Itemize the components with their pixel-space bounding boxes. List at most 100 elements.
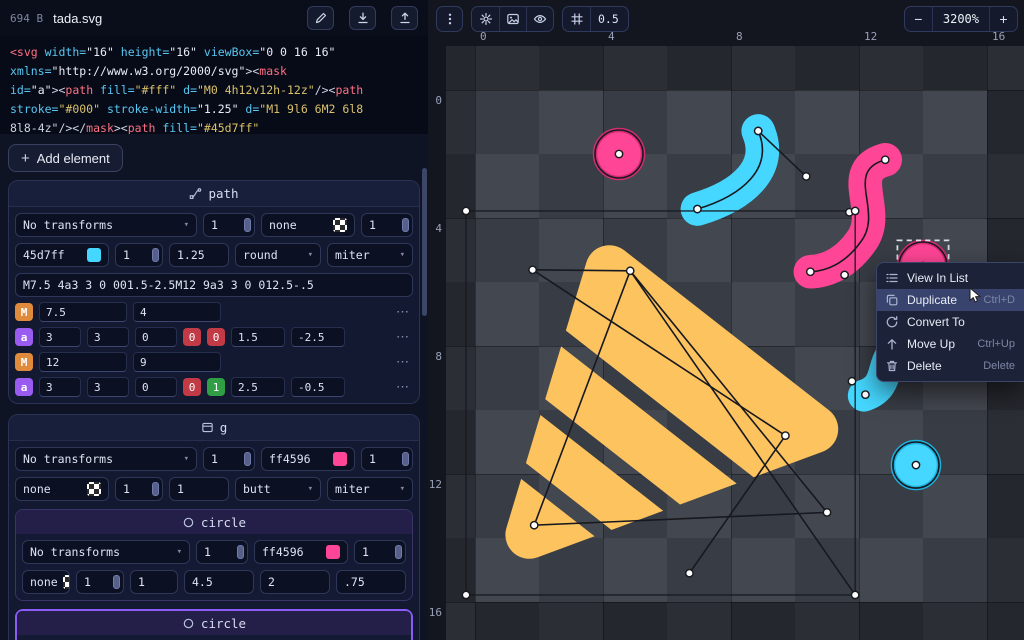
command-more-button[interactable]: ⋯ (392, 329, 413, 345)
g-opacity-input[interactable]: 1 (203, 447, 255, 471)
slider-handle[interactable] (402, 218, 409, 232)
command-arg-input[interactable]: -2.5 (291, 327, 345, 347)
menu-item-view-in-list[interactable]: View In List (877, 267, 1024, 289)
command-type-badge[interactable]: M (15, 353, 33, 371)
circle1-transform-select[interactable]: No transforms▾ (22, 540, 190, 564)
slider-handle[interactable] (237, 545, 244, 559)
circle1-stroke-input[interactable]: none (22, 570, 70, 594)
path-panel-header[interactable]: path (9, 181, 419, 207)
circle1-stroke-opacity-input[interactable]: 1 (76, 570, 124, 594)
add-element-button[interactable]: + Add element (8, 144, 123, 172)
stroke-swatch[interactable] (63, 575, 70, 589)
command-more-button[interactable]: ⋯ (392, 304, 413, 320)
g-panel-header[interactable]: g (9, 415, 419, 441)
menu-item-convert-to[interactable]: Convert To (877, 311, 1024, 333)
path-d-input[interactable]: M7.5 4a3 3 0 001.5-2.5M12 9a3 3 0 012.5-… (15, 273, 413, 297)
preview-button[interactable] (526, 7, 553, 31)
circle1-cx-input[interactable]: 4.5 (184, 570, 254, 594)
slider-handle[interactable] (402, 452, 409, 466)
slider-handle[interactable] (152, 248, 159, 262)
g-linecap-select[interactable]: butt▾ (235, 477, 321, 501)
g-fill-input[interactable]: ff4596 (261, 447, 355, 471)
circle-panel-1-header[interactable]: circle (16, 510, 412, 534)
fill-swatch[interactable] (333, 218, 347, 232)
zoom-out-button[interactable]: − (905, 7, 932, 31)
command-arg-input[interactable]: 3 (39, 377, 81, 397)
path-stroke-color-input[interactable]: 45d7ff (15, 243, 109, 267)
zoom-in-button[interactable]: + (990, 7, 1017, 31)
command-type-badge[interactable]: M (15, 303, 33, 321)
arc-flag-toggle[interactable]: 0 (183, 328, 201, 346)
path-stroke-width-input[interactable]: 1.25 (169, 243, 229, 267)
path-stroke-opacity-input[interactable]: 1 (115, 243, 163, 267)
command-arg-input[interactable]: 1.5 (231, 327, 285, 347)
download-button[interactable] (349, 6, 376, 30)
chevron-down-icon: ▾ (184, 220, 189, 230)
command-arg-input[interactable]: -0.5 (291, 377, 345, 397)
menu-item-delete[interactable]: DeleteDelete (877, 355, 1024, 377)
path-opacity-input[interactable]: 1 (203, 213, 255, 237)
circle-panel-2-header[interactable]: circle (17, 611, 411, 635)
circle1-stroke-width-input[interactable]: 1 (130, 570, 178, 594)
stroke-swatch[interactable] (87, 248, 101, 262)
edit-code-button[interactable] (307, 6, 334, 30)
arc-flag-toggle[interactable]: 0 (183, 378, 201, 396)
g-fill-opacity-input[interactable]: 1 (361, 447, 413, 471)
settings-button[interactable] (472, 7, 499, 31)
arc-flag-toggle[interactable]: 0 (207, 328, 225, 346)
command-arg-input[interactable]: 3 (87, 327, 129, 347)
slider-handle[interactable] (152, 482, 159, 496)
arc-flag-toggle[interactable]: 1 (207, 378, 225, 396)
g-stroke-width-input[interactable]: 1 (169, 477, 229, 501)
path-transform-select[interactable]: No transforms▾ (15, 213, 197, 237)
slider-handle[interactable] (395, 545, 402, 559)
command-arg-input[interactable]: 3 (39, 327, 81, 347)
g-stroke-input[interactable]: none (15, 477, 109, 501)
circle-icon (182, 516, 195, 529)
menu-item-move-up[interactable]: Move UpCtrl+Up (877, 333, 1024, 355)
ruler-tick-left: 16 (429, 606, 442, 619)
upload-button[interactable] (391, 6, 418, 30)
context-menu: View In ListDuplicateCtrl+DConvert ToMov… (876, 262, 1024, 382)
slider-handle[interactable] (113, 575, 120, 589)
command-type-badge[interactable]: a (15, 328, 33, 346)
command-arg-input[interactable]: 0 (135, 377, 177, 397)
stroke-swatch[interactable] (87, 482, 101, 496)
zoom-level[interactable]: 3200% (932, 7, 990, 31)
grid-size-input[interactable]: 0.5 (590, 7, 628, 31)
sidebar-scrollbar[interactable] (422, 168, 427, 316)
path-linejoin-select[interactable]: miter▾ (327, 243, 413, 267)
upload-icon (398, 11, 412, 25)
command-more-button[interactable]: ⋯ (392, 379, 413, 395)
fill-swatch[interactable] (326, 545, 340, 559)
command-arg-input[interactable]: 0 (135, 327, 177, 347)
g-linejoin-select[interactable]: miter▾ (327, 477, 413, 501)
circle1-opacity-input[interactable]: 1 (196, 540, 248, 564)
path-fill-opacity-input[interactable]: 1 (361, 213, 413, 237)
background-image-button[interactable] (499, 7, 526, 31)
path-linecap-select[interactable]: round▾ (235, 243, 321, 267)
grid-button[interactable] (563, 7, 590, 31)
path-fill-input[interactable]: none (261, 213, 355, 237)
command-arg-input[interactable]: 4 (133, 302, 221, 322)
slider-handle[interactable] (244, 218, 251, 232)
command-arg-input[interactable]: 3 (87, 377, 129, 397)
zoom-controls: − 3200% + (904, 6, 1018, 32)
circle1-cy-input[interactable]: 2 (260, 570, 330, 594)
g-stroke-opacity-input[interactable]: 1 (115, 477, 163, 501)
command-arg-input[interactable]: 7.5 (39, 302, 127, 322)
command-type-badge[interactable]: a (15, 378, 33, 396)
circle1-fill-input[interactable]: ff4596 (254, 540, 348, 564)
menu-item-duplicate[interactable]: DuplicateCtrl+D (877, 289, 1024, 311)
fill-swatch[interactable] (333, 452, 347, 466)
command-arg-input[interactable]: 12 (39, 352, 127, 372)
command-arg-input[interactable]: 2.5 (231, 377, 285, 397)
command-more-button[interactable]: ⋯ (392, 354, 413, 370)
g-transform-select[interactable]: No transforms▾ (15, 447, 197, 471)
command-arg-input[interactable]: 9 (133, 352, 221, 372)
code-editor[interactable]: <svg width="16" height="16" viewBox="0 0… (0, 36, 428, 134)
circle1-fill-opacity-input[interactable]: 1 (354, 540, 406, 564)
circle1-r-input[interactable]: .75 (336, 570, 406, 594)
more-options-button[interactable] (436, 6, 463, 32)
slider-handle[interactable] (244, 452, 251, 466)
